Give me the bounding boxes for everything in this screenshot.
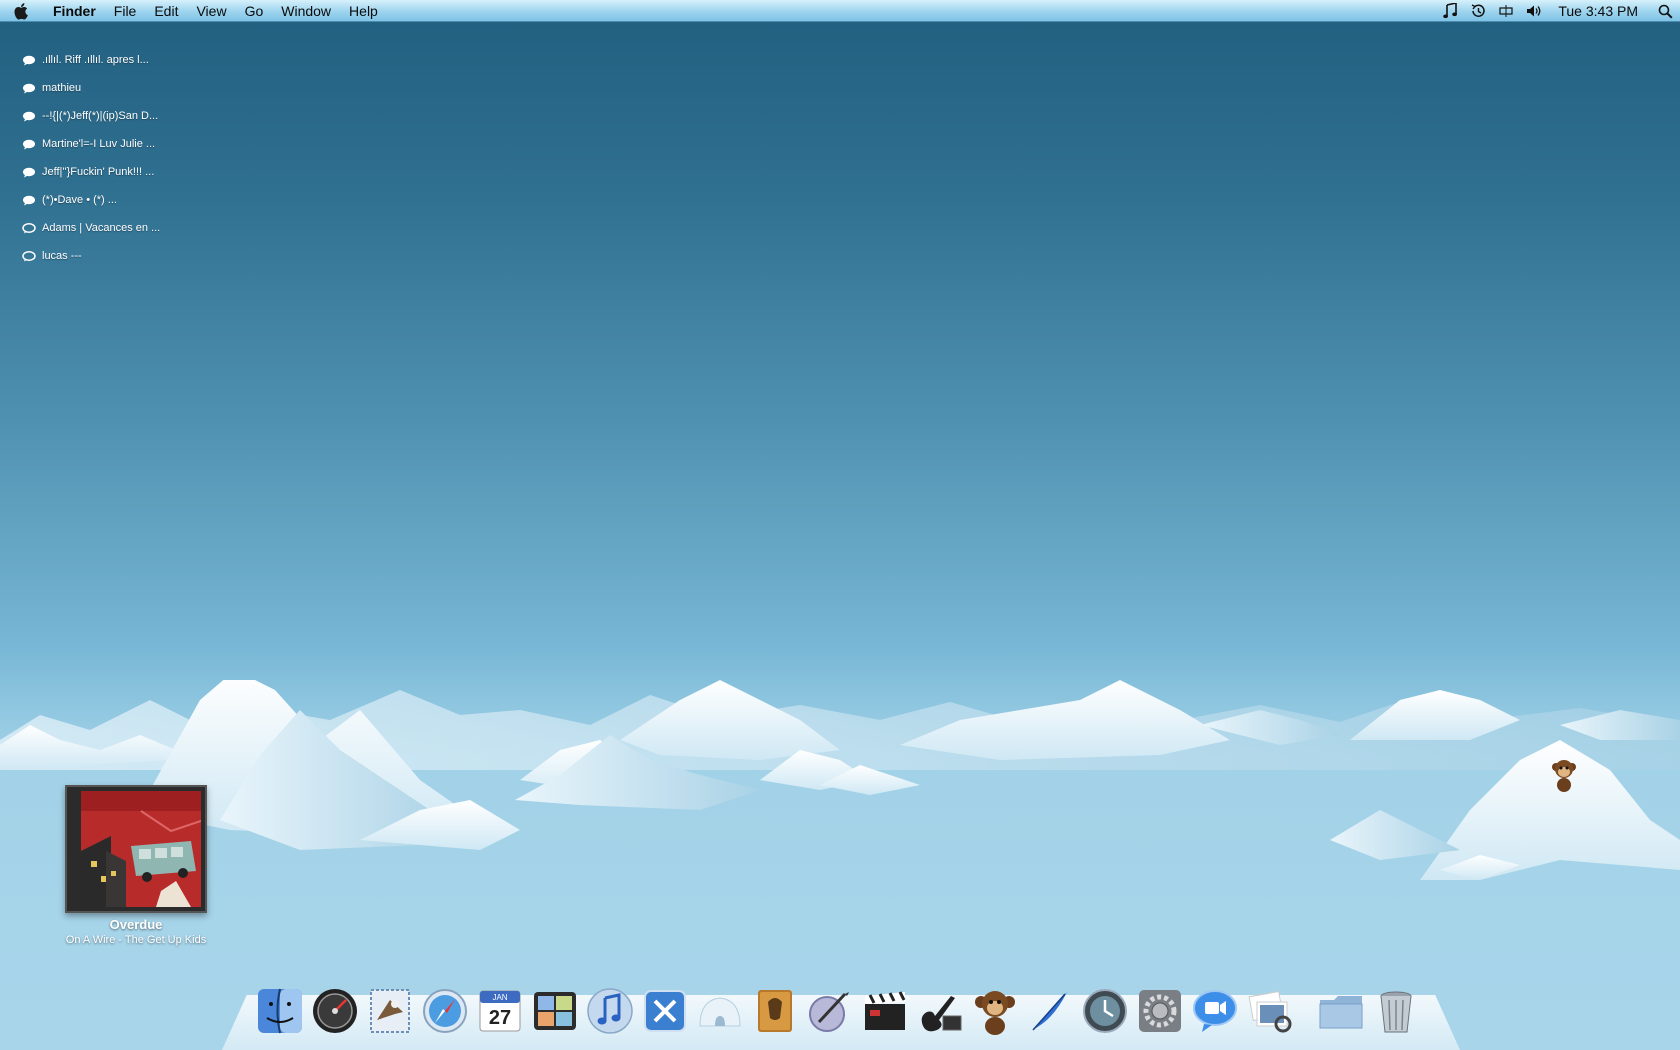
now-playing-subtitle: On A Wire - The Get Up Kids — [65, 934, 207, 946]
ical-day: 27 — [488, 1007, 510, 1029]
monkey-icon[interactable] — [967, 983, 1022, 1038]
xcode-icon[interactable] — [637, 983, 692, 1038]
buddy-name: .ıllıl. Riff .ıllıl. apres l... — [42, 54, 149, 66]
time-machine-icon[interactable] — [1077, 983, 1132, 1038]
spotlight-icon[interactable] — [1650, 0, 1680, 22]
menubar-status-area: Tue 3:43 PM — [1436, 0, 1680, 22]
downloads-folder-icon[interactable] — [1313, 983, 1368, 1038]
preview-icon[interactable] — [1242, 983, 1297, 1038]
ice-landscape — [0, 680, 1680, 880]
buddy-name: lucas --- — [42, 250, 82, 262]
menu-view[interactable]: View — [187, 0, 235, 22]
finder-icon[interactable] — [252, 983, 307, 1038]
apple-icon[interactable] — [0, 2, 44, 20]
ical-month: JAN — [492, 993, 507, 1002]
chat-bubble-icon — [23, 55, 35, 65]
ical-icon[interactable]: JAN 27 — [472, 983, 527, 1038]
buddy-name: Jeff|''}Fuckin' Punk!!! ... — [42, 166, 155, 178]
buddy-name: mathieu — [42, 82, 82, 94]
menu-file[interactable]: File — [105, 0, 146, 22]
album-cover-image — [81, 791, 202, 907]
menubar-clock[interactable]: Tue 3:43 PM — [1548, 0, 1650, 22]
buddy-name: --!{|(*)Jeff(*)|(ip)San D... — [42, 110, 159, 122]
trash-icon[interactable] — [1368, 983, 1423, 1038]
menu-bar: Finder File Edit View Go Window Help Tue… — [0, 0, 1680, 22]
buddy-item[interactable]: mathieu — [22, 74, 160, 102]
music-note-icon[interactable] — [1436, 0, 1464, 22]
chat-bubble-icon — [23, 139, 35, 149]
script-editor-icon[interactable] — [802, 983, 857, 1038]
app-menu-finder[interactable]: Finder — [44, 0, 105, 22]
buddy-item[interactable]: lucas --- — [22, 242, 160, 270]
igloo-icon[interactable] — [692, 983, 747, 1038]
album-art[interactable] — [65, 785, 207, 913]
volume-icon[interactable] — [1520, 0, 1548, 22]
buddy-item[interactable]: Adams | Vacances en ... — [22, 214, 160, 242]
buddy-list: .ıllıl. Riff .ıllıl. apres l... mathieu … — [22, 46, 160, 270]
buddy-name: Adams | Vacances en ... — [42, 222, 161, 234]
chat-bubble-icon — [23, 111, 35, 121]
now-playing-widget[interactable]: Overdue On A Wire - The Get Up Kids — [58, 785, 214, 946]
buddy-item[interactable]: --!{|(*)Jeff(*)|(ip)San D... — [22, 102, 160, 130]
system-preferences-icon[interactable] — [1132, 983, 1187, 1038]
evernote-icon[interactable] — [747, 983, 802, 1038]
display-icon[interactable] — [1492, 0, 1520, 22]
now-playing-title: Overdue — [109, 917, 163, 932]
menu-window[interactable]: Window — [272, 0, 340, 22]
chat-bubble-icon — [22, 222, 36, 233]
chat-bubble-icon — [23, 83, 35, 93]
chat-bubble-icon — [23, 195, 35, 205]
time-machine-icon[interactable] — [1464, 0, 1492, 22]
buddy-item[interactable]: .ıllıl. Riff .ıllıl. apres l... — [22, 46, 160, 74]
imovie-icon[interactable] — [857, 983, 912, 1038]
facetime-icon[interactable] — [1187, 983, 1242, 1038]
itunes-icon[interactable] — [582, 983, 637, 1038]
buddy-item[interactable]: (*)•Dave • (*) ... — [22, 186, 160, 214]
menu-go[interactable]: Go — [236, 0, 273, 22]
mail-icon[interactable] — [362, 983, 417, 1038]
buddy-name: Martine'l=-I Luv Julie ... — [42, 138, 156, 150]
menu-edit[interactable]: Edit — [145, 0, 187, 22]
menu-help[interactable]: Help — [340, 0, 387, 22]
buddy-item[interactable]: Martine'l=-I Luv Julie ... — [22, 130, 160, 158]
chat-bubble-icon — [23, 167, 35, 177]
garageband-icon[interactable] — [912, 983, 967, 1038]
buddy-item[interactable]: Jeff|''}Fuckin' Punk!!! ... — [22, 158, 160, 186]
dock: JAN 27 — [252, 978, 1423, 1038]
buddy-name: (*)•Dave • (*) ... — [42, 194, 117, 206]
feather-icon[interactable] — [1022, 983, 1077, 1038]
safari-icon[interactable] — [417, 983, 472, 1038]
monkey-icon — [1552, 760, 1576, 792]
chat-bubble-icon — [22, 250, 36, 261]
dashboard-icon[interactable] — [307, 983, 362, 1038]
spaces-icon[interactable] — [527, 983, 582, 1038]
